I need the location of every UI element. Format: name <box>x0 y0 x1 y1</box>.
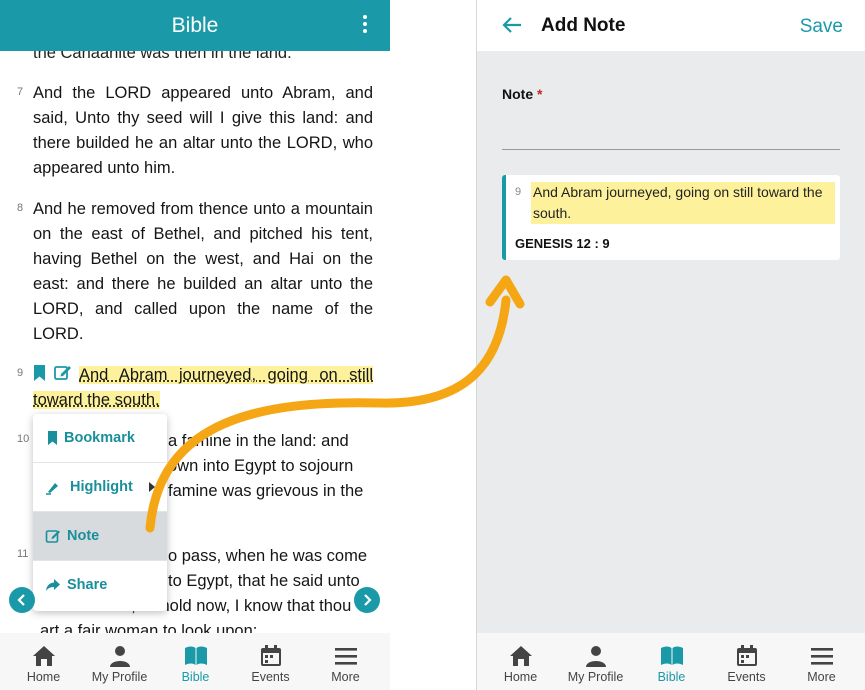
nav-tab-label: Home <box>503 670 538 684</box>
card-verse-text: And Abram journeyed, going on still towa… <box>531 182 835 224</box>
nav-tab-label: Bible <box>657 670 686 684</box>
overflow-menu-icon[interactable] <box>362 15 368 35</box>
menu-item-bookmark[interactable]: Bookmark <box>33 414 167 463</box>
add-note-header: Add Note Save <box>477 0 865 51</box>
next-chapter-button[interactable] <box>354 587 380 613</box>
edit-icon <box>45 530 60 543</box>
nav-tab-label: Events <box>727 670 766 684</box>
save-button[interactable]: Save <box>800 16 843 38</box>
menu-item-label: Note <box>67 528 100 544</box>
nav-tab-label: Events <box>251 670 290 684</box>
verse-number: 10 <box>17 433 30 445</box>
verse-10-visible[interactable]: a famine in the land: and own into Egypt… <box>168 429 373 504</box>
app-bar: Bible <box>0 0 390 51</box>
verse-10-line: famine was grievous in the <box>168 482 364 500</box>
nav-tab-my-profile[interactable]: My Profile <box>82 633 157 690</box>
bottom-navigation: Home My Profile Bible Events More <box>0 633 390 690</box>
person-icon <box>586 646 606 667</box>
verse-context-menu: Bookmark Highlight Note Share <box>33 414 167 611</box>
menu-item-label: Bookmark <box>64 430 135 446</box>
verse-action-icons <box>33 364 79 382</box>
nav-tab-label: My Profile <box>91 670 148 684</box>
verse-number: 9 <box>17 367 24 379</box>
note-label-text: Note <box>502 86 534 102</box>
page-title: Add Note <box>541 15 626 36</box>
back-arrow-icon[interactable] <box>501 16 523 34</box>
book-icon <box>185 646 207 665</box>
note-input[interactable] <box>502 110 840 150</box>
verse-number: 9 <box>515 186 522 198</box>
nav-tab-events[interactable]: Events <box>709 633 784 690</box>
verse-number: 11 <box>17 548 29 560</box>
verse-9[interactable]: And Abram journeyed, going on still towa… <box>33 363 373 413</box>
app-title: Bible <box>171 14 219 37</box>
nav-tab-home[interactable]: Home <box>6 633 81 690</box>
nav-tab-label: Home <box>26 670 61 684</box>
person-icon <box>110 646 130 667</box>
highlighter-icon <box>46 483 58 495</box>
nav-tab-bible[interactable]: Bible <box>158 633 233 690</box>
verse-11-line: o pass, when he was come <box>168 547 368 565</box>
menu-item-note[interactable]: Note <box>33 512 167 561</box>
nav-tab-label: More <box>331 670 360 684</box>
bottom-navigation: Home My Profile Bible Events More <box>477 633 865 690</box>
verse-reference: GENESIS 12 : 9 <box>515 236 610 251</box>
bible-reader-screen: Bible the Canaanite was then in the land… <box>0 0 390 690</box>
nav-tab-label: My Profile <box>567 670 624 684</box>
share-icon <box>46 579 60 591</box>
book-icon <box>661 646 683 665</box>
verse-number: 8 <box>17 202 24 214</box>
nav-tab-more[interactable]: More <box>308 633 383 690</box>
nav-tab-more[interactable]: More <box>784 633 859 690</box>
submenu-arrow-icon <box>149 482 155 492</box>
highlighted-verse-text[interactable]: And Abram journeyed, going on still towa… <box>33 366 373 409</box>
menu-item-label: Highlight <box>70 479 133 495</box>
menu-item-label: Share <box>67 577 108 593</box>
nav-tab-my-profile[interactable]: My Profile <box>558 633 633 690</box>
verse-reference-card: 9 And Abram journeyed, going on still to… <box>502 175 840 260</box>
nav-tab-home[interactable]: Home <box>483 633 558 690</box>
chevron-right-icon <box>364 594 372 606</box>
bookmark-icon[interactable] <box>33 364 79 382</box>
menu-item-highlight[interactable]: Highlight <box>33 463 167 512</box>
verse-number: 7 <box>17 86 24 98</box>
calendar-icon <box>261 645 281 666</box>
menu-icon <box>811 648 833 665</box>
calendar-icon <box>737 645 757 666</box>
verse-10-line: a famine in the land: and <box>168 432 349 450</box>
verse-11-visible[interactable]: o pass, when he was come to Egypt, that … <box>168 544 373 594</box>
home-icon <box>510 646 532 666</box>
menu-icon <box>335 648 357 665</box>
add-note-screen: Add Note Save Note * 9 And Abram journey… <box>477 0 865 690</box>
verse-11-line: to Egypt, that he said unto <box>168 572 360 590</box>
bookmark-icon <box>48 431 57 445</box>
edit-icon <box>54 366 71 380</box>
required-marker: * <box>537 86 543 102</box>
verse-8[interactable]: And he removed from thence unto a mounta… <box>33 197 373 347</box>
menu-item-share[interactable]: Share <box>33 561 167 610</box>
nav-tab-events[interactable]: Events <box>233 633 308 690</box>
note-field-label: Note * <box>502 86 542 102</box>
nav-tab-label: More <box>807 670 836 684</box>
nav-tab-label: Bible <box>181 670 210 684</box>
nav-tab-bible[interactable]: Bible <box>634 633 709 690</box>
chevron-left-icon <box>17 594 25 606</box>
previous-chapter-button[interactable] <box>9 587 35 613</box>
home-icon <box>33 646 55 666</box>
verse-7[interactable]: And the LORD appeared unto Abram, and sa… <box>33 81 373 181</box>
verse-10-line: own into Egypt to sojourn <box>168 457 354 475</box>
